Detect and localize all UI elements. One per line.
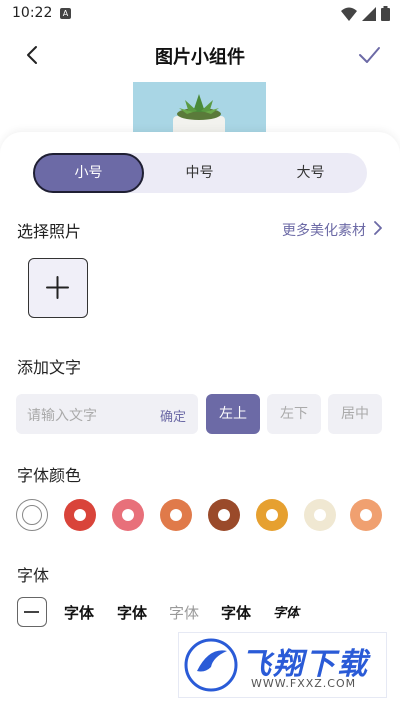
- font-option-calligraphy[interactable]: 字体: [273, 602, 299, 621]
- color-swatch-cream[interactable]: [304, 499, 336, 531]
- wifi-icon: [341, 7, 357, 21]
- color-swatch-peach[interactable]: [350, 499, 382, 531]
- color-swatch-brown[interactable]: [208, 499, 240, 531]
- position-center-button[interactable]: 居中: [328, 394, 382, 434]
- choose-photo-label: 选择照片: [17, 222, 82, 241]
- font-option-serif[interactable]: 字体: [117, 602, 147, 623]
- plus-icon: [46, 276, 69, 299]
- tab-large[interactable]: 大号: [255, 153, 366, 193]
- color-swatch-red[interactable]: [64, 499, 96, 531]
- font-option-bold[interactable]: 字体: [64, 602, 94, 623]
- settings-sheet: 小号 中号 大号 选择照片 更多美化素材 添加文字 请输入文字 确定 左上 左下…: [0, 132, 400, 711]
- signal-icon: [362, 6, 376, 21]
- status-time: 10:22: [12, 5, 53, 21]
- wing-logo-icon: [184, 638, 238, 692]
- font-option-heavy[interactable]: 字体: [221, 602, 251, 623]
- font-label: 字体: [17, 566, 50, 585]
- position-bottom-left-button[interactable]: 左下: [267, 394, 321, 434]
- status-bar: 10:22 A: [0, 0, 400, 28]
- top-app-bar: 图片小组件: [0, 28, 400, 82]
- font-none-button[interactable]: [17, 597, 47, 627]
- chevron-right-icon[interactable]: [372, 221, 384, 235]
- color-swatch-white[interactable]: [16, 499, 48, 531]
- confirm-text-button[interactable]: 确定: [160, 406, 186, 425]
- battery-icon: [381, 6, 390, 21]
- color-swatch-orange[interactable]: [160, 499, 192, 531]
- watermark-logo: 飞翔下载 WWW.FXXZ.COM: [178, 632, 387, 698]
- font-option-light[interactable]: 字体: [169, 602, 199, 623]
- text-input-placeholder: 请输入文字: [27, 408, 97, 424]
- checkmark-icon[interactable]: [356, 42, 382, 68]
- status-icons: [341, 6, 390, 21]
- tab-small[interactable]: 小号: [33, 153, 144, 193]
- add-photo-button[interactable]: [28, 258, 88, 318]
- add-text-label: 添加文字: [17, 358, 82, 377]
- page-title: 图片小组件: [155, 47, 245, 68]
- position-top-left-button[interactable]: 左上: [206, 394, 260, 434]
- watermark-url: WWW.FXXZ.COM: [251, 677, 357, 690]
- size-segmented-control: 小号 中号 大号: [33, 153, 367, 193]
- color-swatch-pink[interactable]: [112, 499, 144, 531]
- more-materials-link[interactable]: 更多美化素材: [282, 220, 366, 240]
- notification-icon: A: [60, 8, 71, 19]
- text-input[interactable]: 请输入文字 确定: [16, 394, 198, 434]
- color-swatch-amber[interactable]: [256, 499, 288, 531]
- font-color-label: 字体颜色: [17, 466, 82, 485]
- tab-medium[interactable]: 中号: [144, 153, 255, 193]
